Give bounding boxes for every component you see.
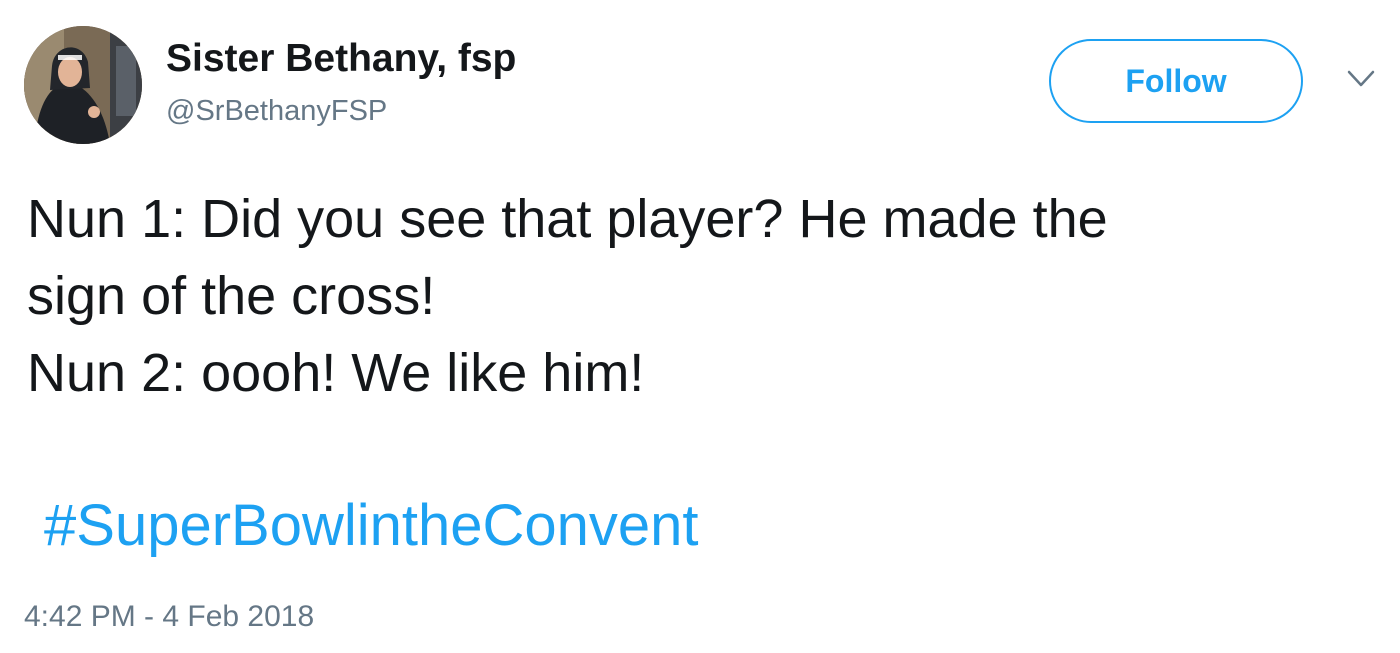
author-display-name[interactable]: Sister Bethany, fsp	[166, 36, 516, 82]
tweet-timestamp[interactable]: 4:42 PM - 4 Feb 2018	[24, 598, 314, 636]
tweet-text-line: Nun 1: Did you see that player? He made …	[27, 189, 1108, 249]
author-handle[interactable]: @SrBethanyFSP	[166, 94, 387, 128]
follow-button[interactable]: Follow	[1049, 39, 1303, 123]
hashtag-link[interactable]: #SuperBowlintheConvent	[44, 490, 699, 562]
tweet-text-line: Nun 2: oooh! We like him!	[27, 343, 645, 403]
avatar[interactable]	[24, 26, 142, 144]
avatar-photo	[24, 26, 142, 144]
chevron-down-icon[interactable]	[1346, 68, 1376, 90]
tweet-text-line: sign of the cross!	[27, 266, 436, 326]
tweet-text: Nun 1: Did you see that player? He made …	[27, 181, 1387, 412]
